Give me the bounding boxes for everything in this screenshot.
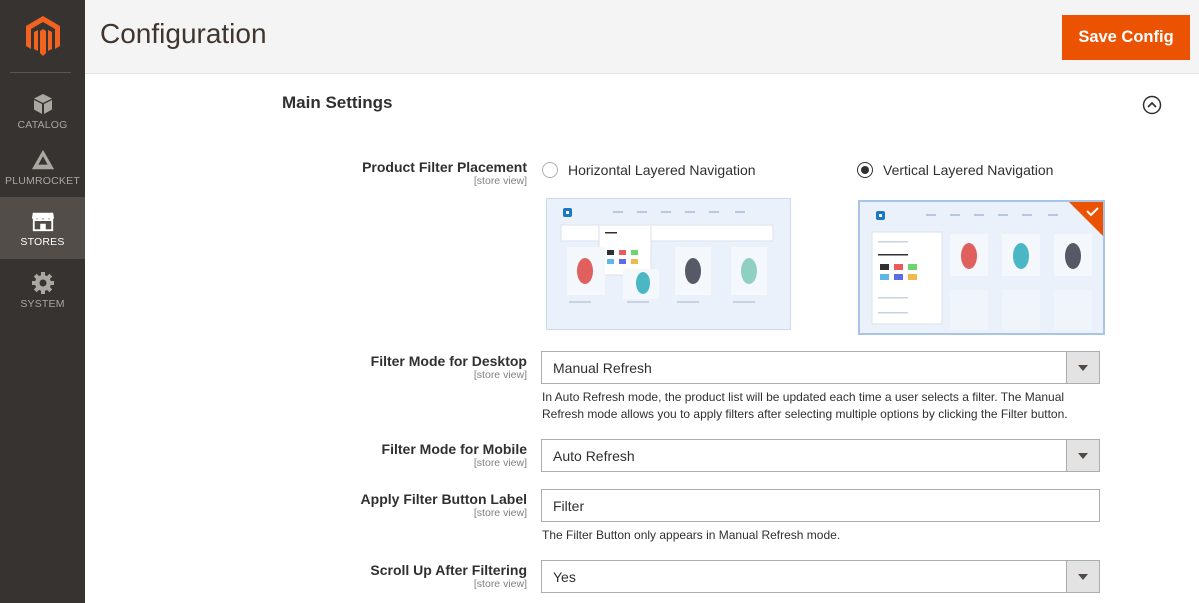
field-label-button-label: Apply Filter Button Label	[360, 491, 527, 507]
sidebar-item-plumrocket[interactable]: PLUMROCKET	[0, 136, 85, 198]
chevron-up-icon[interactable]	[1142, 95, 1162, 115]
page-title: Configuration	[100, 18, 267, 49]
gear-icon	[31, 271, 55, 295]
radio-vertical-navigation[interactable]: Vertical Layered Navigation	[857, 162, 1053, 178]
section-title[interactable]: Main Settings	[282, 93, 393, 113]
scroll-up-select[interactable]: Yes	[541, 560, 1100, 593]
text-input[interactable]	[542, 490, 1099, 521]
sidebar-divider	[10, 72, 71, 73]
admin-sidebar: CATALOG PLUMROCKET STORES SYSTEM	[0, 0, 85, 603]
filter-button-label-input[interactable]	[541, 489, 1100, 522]
sidebar-item-catalog[interactable]: CATALOG	[0, 80, 85, 142]
field-label-mobile-mode: Filter Mode for Mobile	[381, 441, 527, 457]
rocket-icon	[31, 148, 55, 172]
radio-label: Horizontal Layered Navigation	[568, 162, 756, 178]
field-note-desktop-mode: In Auto Refresh mode, the product list w…	[542, 389, 1068, 423]
radio-button[interactable]	[857, 162, 873, 178]
scope-label: [store view]	[473, 578, 527, 590]
select-value: Auto Refresh	[553, 448, 635, 464]
dropdown-arrow-icon[interactable]	[1066, 561, 1099, 592]
mobile-mode-select[interactable]: Auto Refresh	[541, 439, 1100, 472]
cube-icon	[31, 92, 55, 116]
page-header: Configuration Save Config	[85, 0, 1199, 74]
scope-label: [store view]	[473, 175, 527, 187]
radio-button[interactable]	[542, 162, 558, 178]
store-icon	[31, 209, 55, 233]
vertical-navigation-preview[interactable]	[858, 200, 1105, 335]
sidebar-item-label: PLUMROCKET	[5, 174, 80, 187]
scope-label: [store view]	[473, 457, 527, 469]
field-label-desktop-mode: Filter Mode for Desktop	[370, 353, 527, 369]
field-label-scroll-up: Scroll Up After Filtering	[370, 562, 527, 578]
sidebar-item-label: SYSTEM	[20, 297, 65, 310]
select-value: Manual Refresh	[553, 360, 652, 376]
horizontal-navigation-preview[interactable]	[546, 198, 791, 330]
field-note-line: Refresh mode allows you to apply filters…	[542, 407, 1068, 421]
sidebar-item-label: STORES	[20, 235, 65, 248]
dropdown-arrow-icon[interactable]	[1066, 440, 1099, 471]
desktop-mode-select[interactable]: Manual Refresh	[541, 351, 1100, 384]
scope-label: [store view]	[473, 369, 527, 381]
field-note-button-label: The Filter Button only appears in Manual…	[542, 528, 841, 542]
sidebar-item-system[interactable]: SYSTEM	[0, 259, 85, 321]
scope-label: [store view]	[473, 507, 527, 519]
radio-horizontal-navigation[interactable]: Horizontal Layered Navigation	[542, 162, 756, 178]
horizontal-layout-illustration	[560, 208, 774, 303]
save-config-button[interactable]: Save Config	[1062, 15, 1190, 60]
sidebar-item-stores[interactable]: STORES	[0, 197, 85, 259]
magento-logo-icon	[25, 16, 60, 56]
vertical-layout-illustration	[871, 202, 1103, 330]
radio-label: Vertical Layered Navigation	[883, 162, 1054, 178]
field-note-line: In Auto Refresh mode, the product list w…	[542, 390, 1065, 404]
field-label-placement: Product Filter Placement	[362, 159, 527, 175]
dropdown-arrow-icon[interactable]	[1066, 352, 1099, 383]
magento-logo[interactable]	[0, 0, 85, 72]
sidebar-item-label: CATALOG	[17, 118, 68, 131]
select-value: Yes	[553, 569, 576, 585]
